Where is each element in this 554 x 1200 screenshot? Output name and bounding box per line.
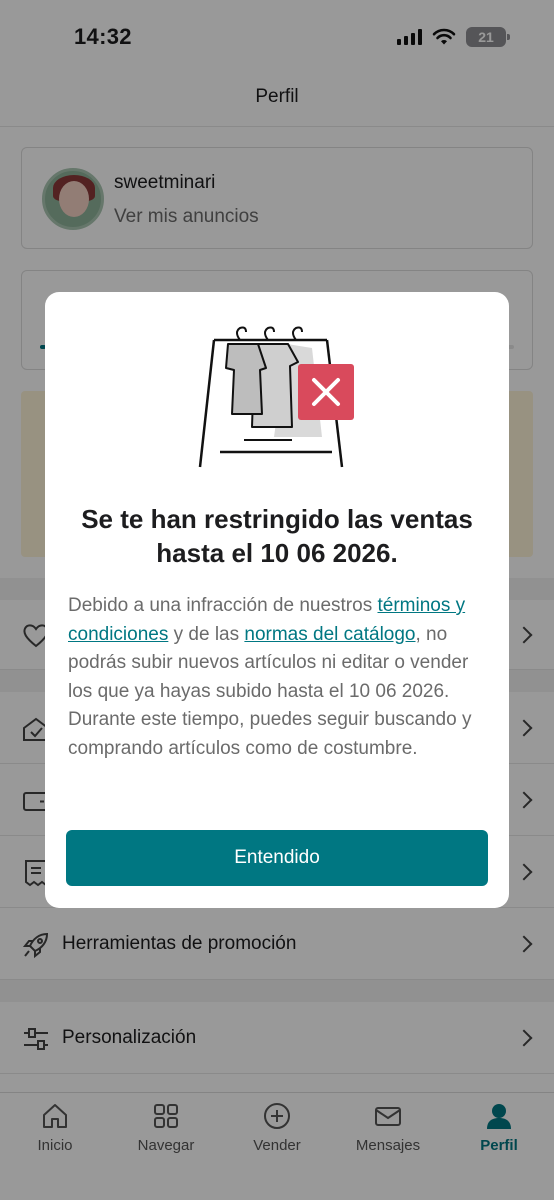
dialog-title: Se te han restringido las ventas hasta e… xyxy=(81,504,473,568)
body-text: Debido a una infracción de nuestros xyxy=(68,595,378,616)
understood-button[interactable]: Entendido xyxy=(66,830,488,886)
body-text: y de las xyxy=(168,623,245,645)
dialog-body: Debido a una infracción de nuestros térm… xyxy=(68,592,488,763)
clothing-rack-blocked-illustration xyxy=(198,326,354,468)
catalog-rules-link[interactable]: normas del catálogo xyxy=(244,624,415,645)
sales-restriction-dialog: Se te han restringido las ventas hasta e… xyxy=(45,292,509,908)
